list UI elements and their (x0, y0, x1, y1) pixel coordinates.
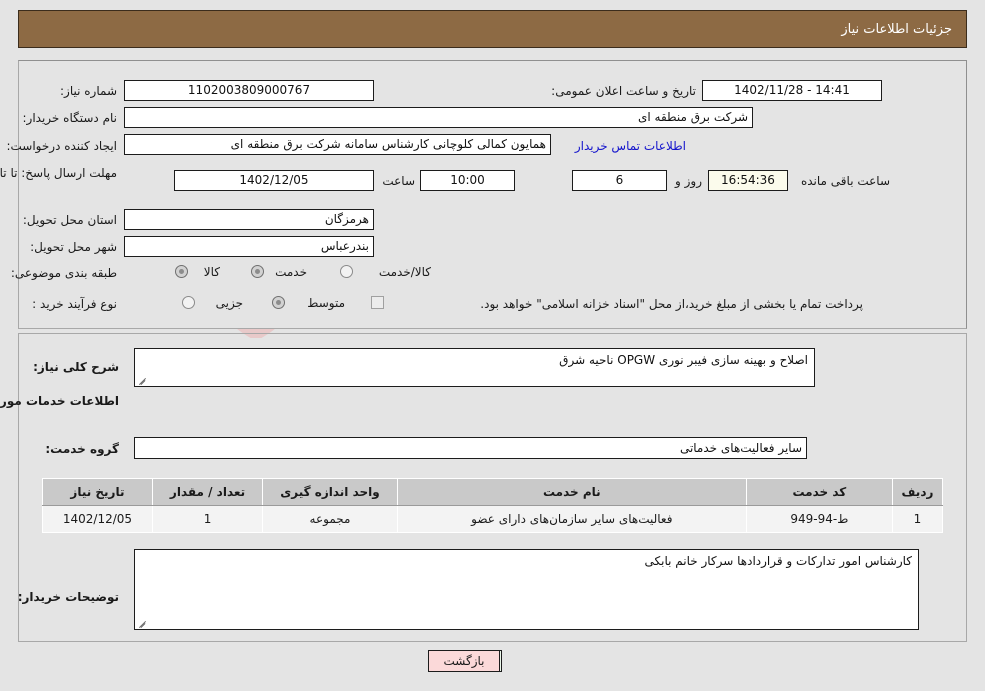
buyer-notes-label: توضیحات خریدار: (17, 590, 119, 604)
column-header-code: کد خدمت (745, 478, 893, 506)
cell-date: 1402/12/05 (42, 505, 153, 533)
back-button[interactable]: بازگشت (428, 650, 500, 672)
services-section-title: اطلاعات خدمات مورد نیاز (0, 394, 119, 408)
radio-category-goods-label: کالا (203, 265, 220, 279)
cell-quantity: 1 (151, 505, 264, 533)
request-creator-value: همایون کمالی کلوچانی کارشناس سامانه شرکت… (124, 134, 551, 155)
column-header-name: نام خدمت (396, 478, 747, 506)
table-row: 1 ط-94-949 فعالیت‌های سایر سازمان‌های دا… (42, 505, 944, 533)
delivery-city-label: شهر محل تحویل: (30, 240, 117, 254)
islamic-treasury-note: پرداخت تمام یا بخشی از مبلغ خرید،از محل … (480, 297, 863, 311)
remaining-time-value: 16:54:36 (708, 170, 788, 191)
checkbox-islamic-treasury-bonds[interactable] (371, 296, 384, 309)
column-header-date: تاریخ نیاز (42, 478, 153, 506)
remaining-time-label: ساعت باقی مانده (800, 174, 890, 188)
radio-category-goods-service[interactable] (340, 265, 353, 278)
delivery-city-value: بندرعباس (124, 236, 374, 257)
remaining-days-value: 6 (572, 170, 667, 191)
cell-row-no: 1 (891, 505, 944, 533)
cell-code: ط-94-949 (745, 505, 893, 533)
radio-category-service[interactable] (251, 265, 264, 278)
hour-label: ساعت (382, 174, 415, 188)
service-group-value: سایر فعالیت‌های خدماتی (134, 437, 807, 459)
general-description-value: اصلاح و بهینه سازی فیبر نوری OPGW ناحیه … (559, 353, 808, 367)
radio-category-service-label: خدمت (275, 265, 307, 279)
page-title: جزئیات اطلاعات نیاز (841, 22, 952, 37)
buyer-org-value: شرکت برق منطقه ای (124, 107, 753, 128)
buyer-contact-info-link[interactable]: اطلاعات تماس خریدار (575, 139, 686, 153)
need-number-label: شماره نیاز: (60, 84, 117, 98)
radio-category-goods-service-label: کالا/خدمت (378, 265, 431, 279)
announce-datetime-label: تاریخ و ساعت اعلان عمومی: (551, 84, 696, 98)
announce-datetime-value: 14:41 - 1402/11/28 (702, 80, 882, 101)
buyer-org-label: نام دستگاه خریدار: (22, 111, 118, 125)
resize-grip-icon[interactable] (137, 616, 149, 628)
deadline-time-value: 10:00 (420, 170, 515, 191)
services-table: ردیف کد خدمت نام خدمت واحد اندازه گیری ت… (42, 478, 944, 533)
need-number-value: 1102003809000767 (124, 80, 374, 101)
buyer-notes-value: کارشناس امور تدارکات و قراردادها سرکار خ… (644, 554, 912, 568)
response-deadline-label: مهلت ارسال پاسخ: تا تاریخ: (0, 166, 117, 180)
radio-process-minor-label: جزیی (215, 296, 243, 310)
delivery-province-label: استان محل تحویل: (22, 213, 117, 227)
subject-category-label: طبقه بندی موضوعی: (10, 266, 117, 280)
cell-unit: مجموعه (262, 505, 398, 533)
radio-process-medium[interactable] (272, 296, 285, 309)
buyer-notes-textarea[interactable]: کارشناس امور تدارکات و قراردادها سرکار خ… (134, 549, 919, 630)
table-header-row: ردیف کد خدمت نام خدمت واحد اندازه گیری ت… (42, 478, 944, 506)
column-header-unit: واحد اندازه گیری (262, 478, 398, 506)
radio-process-medium-label: متوسط (307, 296, 345, 310)
days-label: روز و (675, 174, 702, 188)
column-header-quantity: تعداد / مقدار (151, 478, 264, 506)
purchase-process-label: نوع فرآیند خرید : (32, 297, 117, 311)
request-creator-label: ایجاد کننده درخواست: (6, 139, 117, 153)
service-group-label: گروه خدمت: (45, 442, 119, 456)
cell-name: فعالیت‌های سایر سازمان‌های دارای عضو (396, 505, 747, 533)
column-header-row-no: ردیف (891, 478, 944, 506)
general-description-textarea[interactable]: اصلاح و بهینه سازی فیبر نوری OPGW ناحیه … (134, 348, 815, 387)
radio-process-minor[interactable] (182, 296, 195, 309)
delivery-province-value: هرمزگان (124, 209, 374, 230)
radio-category-goods[interactable] (175, 265, 188, 278)
page-header-bar: جزئیات اطلاعات نیاز (18, 10, 967, 48)
resize-grip-icon[interactable] (137, 373, 149, 385)
deadline-date-value: 1402/12/05 (174, 170, 374, 191)
general-description-label: شرح کلی نیاز: (33, 360, 119, 374)
